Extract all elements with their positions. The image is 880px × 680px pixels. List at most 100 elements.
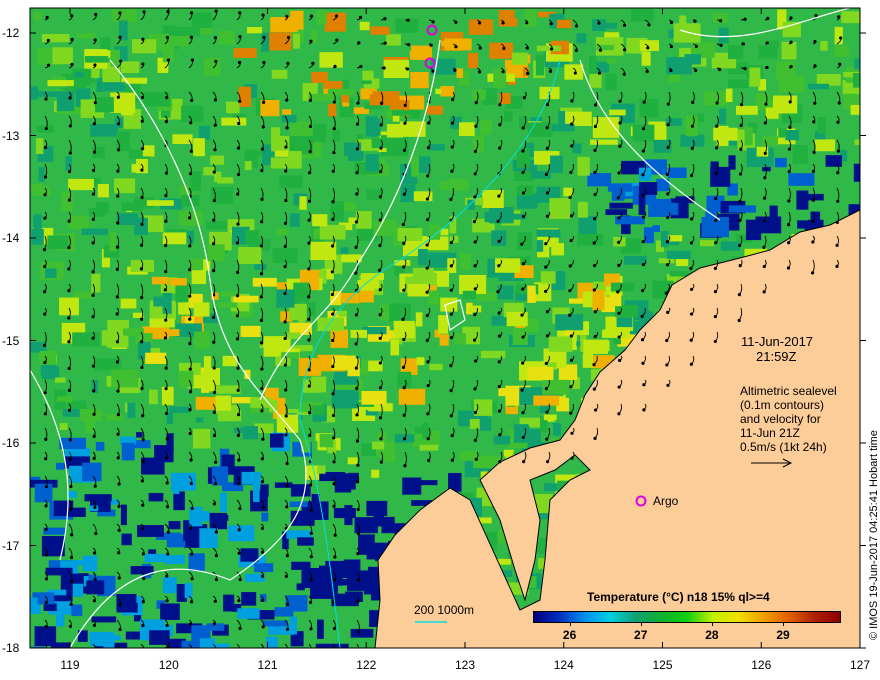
velocity-arrowhead (570, 122, 574, 126)
velocity-arrowhead (762, 290, 766, 294)
sst-pixel-patch (45, 567, 73, 576)
velocity-arrowhead (261, 650, 264, 653)
velocity-arrowhead (544, 242, 548, 246)
velocity-arrowhead (212, 269, 216, 273)
velocity-arrowhead (237, 551, 241, 555)
velocity-arrowhead (332, 150, 336, 155)
velocity-arrowhead (642, 383, 646, 387)
velocity-arrowhead (497, 334, 502, 338)
sst-pixel-patch (641, 51, 651, 66)
sst-pixel-patch (61, 191, 74, 212)
velocity-arrowhead (617, 263, 621, 267)
sst-pixel-patch (468, 305, 482, 313)
sst-pixel-patch (535, 54, 545, 76)
sst-pixel-patch (161, 329, 180, 337)
velocity-arrowhead (139, 243, 144, 247)
velocity-arrowhead (474, 124, 478, 128)
sst-pixel-patch (215, 395, 232, 411)
sst-pixel-patch (607, 183, 633, 192)
sst-pixel-patch (290, 10, 304, 30)
velocity-arrowhead (358, 15, 363, 19)
velocity-arrowhead (43, 391, 47, 395)
velocity-arrowhead (593, 192, 597, 197)
sst-pixel-patch (556, 19, 572, 29)
sst-pixel-patch (666, 250, 691, 260)
velocity-arrowhead (308, 433, 312, 437)
sst-pixel-patch (39, 350, 57, 365)
sst-pixel-patch (390, 339, 400, 356)
velocity-arrowhead (451, 97, 455, 102)
velocity-arrowhead (354, 342, 358, 346)
velocity-arrowhead (813, 39, 817, 44)
sst-pixel-patch (422, 422, 429, 440)
sst-pixel-patch (341, 94, 350, 103)
sst-pixel-patch (174, 26, 201, 37)
sst-pixel-patch (88, 207, 106, 217)
velocity-arrowhead (235, 314, 239, 318)
sst-pixel-patch (312, 405, 326, 416)
velocity-arrowhead (545, 126, 549, 130)
velocity-arrowhead (283, 221, 288, 225)
velocity-arrowhead (835, 220, 839, 225)
velocity-arrowhead (426, 383, 430, 388)
velocity-arrowhead (165, 481, 169, 485)
velocity-arrowhead (617, 311, 621, 315)
velocity-arrowhead (426, 437, 430, 441)
sst-pixel-patch (383, 59, 409, 79)
velocity-arrowhead (713, 339, 717, 344)
velocity-arrowhead (214, 59, 218, 63)
sst-pixel-patch (217, 302, 238, 308)
velocity-arrowhead (378, 218, 382, 222)
velocity-arrowhead (472, 338, 477, 342)
sst-pixel-patch (449, 179, 469, 191)
sst-pixel-patch (668, 235, 683, 242)
scale-bar-label: 200 1000m (414, 603, 475, 617)
velocity-arrowhead (574, 48, 578, 53)
note-line: and velocity for (740, 412, 821, 426)
velocity-arrowhead (331, 413, 336, 418)
velocity-arrowhead (813, 101, 817, 105)
velocity-arrowhead (450, 434, 454, 438)
sst-pixel-patch (317, 465, 326, 474)
velocity-arrowhead (407, 43, 411, 47)
sst-pixel-patch (551, 243, 564, 256)
velocity-arrowhead (642, 100, 646, 104)
sst-pixel-patch (240, 548, 259, 562)
velocity-arrowhead (379, 123, 383, 127)
note-line: Altimetric sealevel (740, 384, 837, 398)
velocity-arrowhead (91, 270, 95, 274)
velocity-arrowhead (618, 99, 622, 103)
velocity-arrowhead (330, 270, 334, 274)
velocity-arrowhead (402, 265, 406, 269)
velocity-arrowhead (454, 20, 458, 24)
velocity-arrowhead (812, 150, 816, 154)
sst-pixel-patch (606, 58, 617, 64)
sst-pixel-patch (511, 52, 528, 65)
sst-pixel-patch (72, 583, 84, 597)
velocity-arrowhead (260, 147, 265, 151)
sst-pixel-patch (293, 282, 310, 303)
lon-tick-label: 121 (257, 658, 278, 672)
sst-pixel-patch (285, 332, 301, 339)
lat-tick-label: -16 (2, 436, 20, 450)
velocity-arrowhead (618, 121, 622, 125)
sst-pixel-patch (768, 40, 780, 49)
velocity-arrowhead (117, 482, 121, 486)
sst-pixel-patch (252, 277, 277, 287)
sst-pixel-patch (544, 483, 558, 492)
velocity-arrowhead (164, 269, 168, 274)
velocity-arrowhead (449, 336, 454, 340)
lon-tick-label: 119 (60, 658, 80, 672)
sst-pixel-patch (590, 139, 618, 145)
velocity-arrowhead (140, 365, 144, 370)
sst-pixel-patch (328, 103, 337, 117)
sst-pixel-patch (480, 119, 492, 135)
velocity-arrowhead (141, 460, 145, 464)
velocity-arrowhead (116, 221, 120, 225)
velocity-arrowhead (212, 433, 217, 438)
sst-pixel-patch (299, 196, 307, 210)
velocity-arrowhead (664, 291, 668, 295)
velocity-arrowhead (46, 63, 51, 67)
sst-pixel-patch (468, 19, 493, 35)
velocity-arrowhead (378, 313, 382, 317)
